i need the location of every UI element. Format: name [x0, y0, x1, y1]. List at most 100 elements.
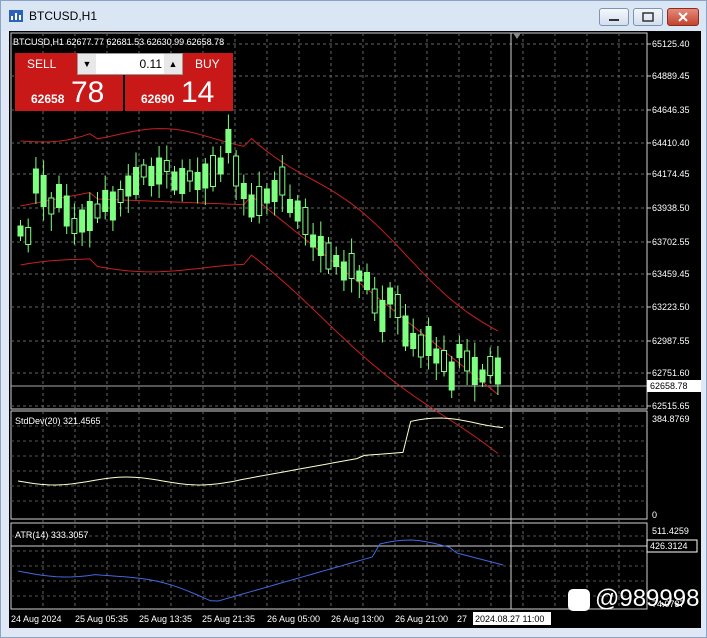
candle: [94, 192, 101, 223]
minimize-button[interactable]: [599, 8, 629, 26]
price-label: 65125.40: [652, 39, 690, 49]
stddev-label: StdDev(20) 321.4565: [15, 416, 101, 426]
atr-line: [17, 539, 504, 602]
triangle-down-icon: ▼: [82, 59, 92, 69]
candle: [194, 157, 201, 204]
chart-canvas[interactable]: BTCUSD,H1 62677.77 62681.53 62630.99 626…: [9, 31, 701, 628]
candle: [210, 146, 216, 192]
price-label: 63702.55: [652, 237, 690, 247]
candle: [102, 175, 109, 220]
facebook-logo-icon: [568, 589, 590, 611]
lot-size-input[interactable]: [98, 55, 162, 73]
lot-increase-button[interactable]: ▲: [164, 54, 182, 74]
candle: [156, 146, 163, 198]
sell-price-small: 62658: [31, 92, 65, 106]
time-label: 26 Aug 21:00: [395, 614, 448, 624]
chart-window-icon: [9, 10, 23, 22]
candle: [256, 171, 263, 224]
current-price-label: 62658.78: [650, 381, 688, 391]
maximize-icon: [642, 12, 654, 22]
price-label: 63223.50: [652, 302, 690, 312]
price-label: 63938.50: [652, 203, 690, 213]
candle: [233, 150, 240, 200]
time-label: 25 Aug 13:35: [139, 614, 192, 624]
candle: [340, 250, 347, 291]
chart-header: BTCUSD,H1 62677.77 62681.53 62630.99 626…: [13, 37, 224, 47]
time-label: 27: [457, 614, 467, 624]
candle: [287, 184, 293, 218]
price-label: 64646.35: [652, 105, 690, 115]
minimize-icon: [609, 19, 619, 21]
maximize-button[interactable]: [633, 8, 663, 26]
candlesticks: [17, 114, 501, 402]
candle: [117, 180, 124, 217]
candle: [225, 114, 232, 164]
candle: [32, 157, 39, 204]
time-label: 25 Aug 05:35: [75, 614, 128, 624]
price-label: 62987.55: [652, 336, 690, 346]
atr-current-value: 426.3124: [650, 541, 688, 551]
candle: [271, 171, 278, 216]
price-label: 64889.45: [652, 71, 690, 81]
candle: [364, 263, 370, 295]
watermark-text: @989998: [595, 585, 700, 612]
candle: [133, 152, 139, 200]
buy-price-small: 62690: [141, 92, 175, 106]
price-label: 62751.60: [652, 368, 690, 378]
stddev-top-value: 384.8769: [652, 414, 690, 424]
candle: [379, 285, 386, 343]
candle: [371, 277, 378, 321]
shift-marker-icon: [513, 33, 521, 39]
candle: [179, 159, 186, 202]
crosshair-time-label: 2024.08.27 11:00: [475, 614, 544, 624]
candle: [348, 238, 355, 293]
candle: [464, 339, 471, 385]
candle: [425, 317, 432, 370]
candle: [25, 218, 32, 253]
atr-top-value: 511.4259: [652, 526, 689, 536]
time-label: 26 Aug 13:00: [331, 614, 384, 624]
time-label: 24 Aug 2024: [11, 614, 62, 624]
candle: [163, 145, 170, 189]
candle: [441, 335, 447, 377]
chart-grid: [10, 32, 651, 610]
candle: [48, 192, 55, 231]
candle: [17, 220, 24, 241]
atr-label: ATR(14) 333.3057: [15, 530, 88, 540]
candle: [325, 237, 332, 274]
lot-decrease-button[interactable]: ▼: [78, 54, 96, 74]
one-click-trading-panel: SELL 62658 78 BUY 62690 14 ▼ ▲: [15, 53, 235, 111]
candle: [317, 221, 324, 273]
lot-size-control: ▼ ▲: [77, 53, 183, 75]
buy-label: BUY: [195, 57, 220, 71]
close-icon: [678, 12, 688, 22]
stddev-panel-frame: [10, 410, 648, 520]
candle: [248, 183, 255, 222]
sell-price-big: 78: [71, 76, 105, 109]
time-label: 26 Aug 05:00: [267, 614, 320, 624]
candle: [125, 164, 132, 213]
time-label: 25 Aug 21:35: [202, 614, 255, 624]
candle: [294, 195, 301, 229]
candle: [417, 329, 424, 368]
triangle-up-icon: ▲: [168, 59, 178, 69]
candle: [471, 342, 478, 402]
candle: [186, 159, 193, 192]
candle: [456, 335, 463, 369]
close-button[interactable]: [667, 8, 699, 26]
candle: [494, 346, 501, 395]
candle: [79, 204, 86, 246]
indicator-lines: [17, 417, 504, 602]
price-label: 64174.45: [652, 169, 690, 179]
price-label: 62515.65: [652, 401, 690, 411]
window-title: BTCUSD,H1: [29, 9, 98, 23]
candle: [402, 304, 409, 351]
candle: [448, 356, 455, 398]
window-titlebar[interactable]: BTCUSD,H1: [1, 1, 706, 31]
candle: [356, 265, 363, 298]
sell-label: SELL: [27, 57, 57, 71]
candle: [487, 347, 494, 384]
price-label: 63459.45: [652, 269, 690, 279]
candle: [71, 203, 78, 245]
chart-area[interactable]: BTCUSD,H1 62677.77 62681.53 62630.99 626…: [9, 31, 701, 628]
